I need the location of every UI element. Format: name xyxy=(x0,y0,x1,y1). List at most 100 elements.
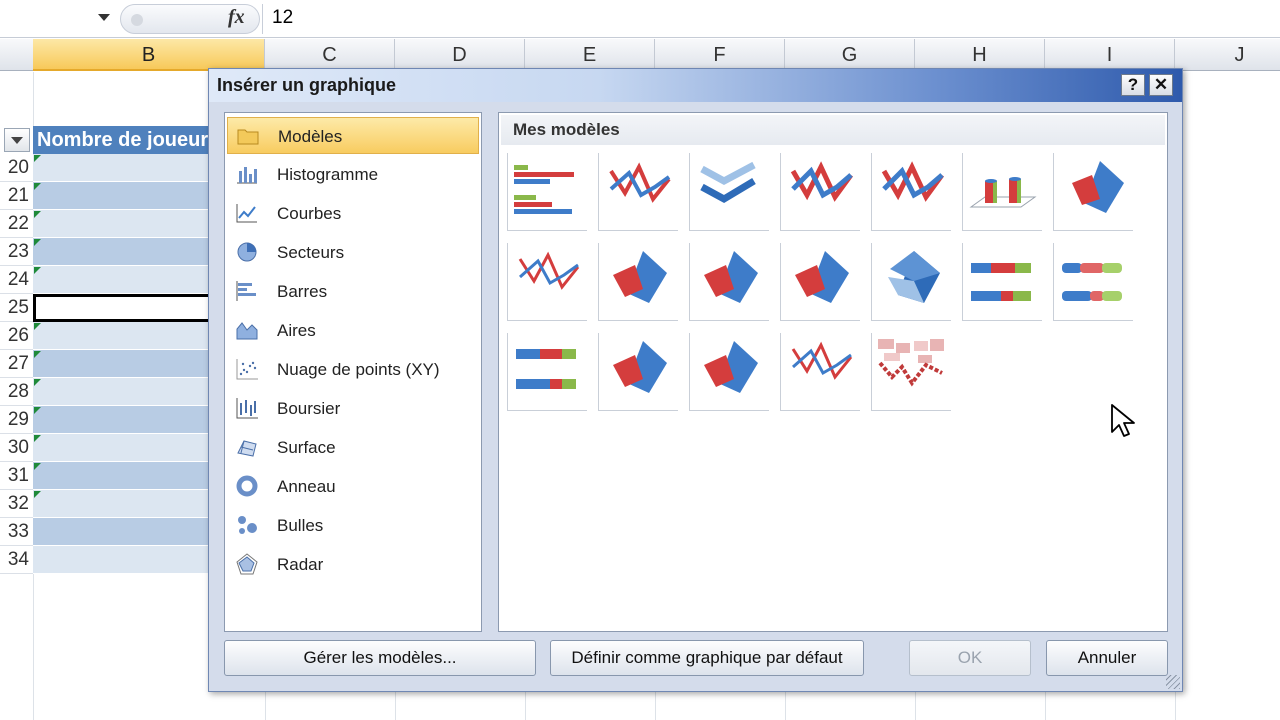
column-header-f[interactable]: F xyxy=(655,39,785,71)
column-header-b[interactable]: B xyxy=(33,39,265,71)
template-thumbnail[interactable] xyxy=(871,243,951,321)
template-thumbnail[interactable] xyxy=(507,333,587,411)
column-header-g[interactable]: G xyxy=(785,39,915,71)
category-item-aires[interactable]: Aires xyxy=(227,312,479,349)
category-item-courbes[interactable]: Courbes xyxy=(227,195,479,232)
help-button[interactable]: ? xyxy=(1121,74,1145,96)
error-indicator-icon xyxy=(34,211,41,218)
formula-input[interactable]: 12 xyxy=(272,7,293,29)
table-cell[interactable] xyxy=(33,350,213,378)
category-item-nuage-de-points[interactable]: Nuage de points (XY) xyxy=(227,351,479,388)
scatter-chart-icon xyxy=(236,359,258,380)
column-header-i[interactable]: I xyxy=(1045,39,1175,71)
category-item-barres[interactable]: Barres xyxy=(227,273,479,310)
line-chart-icon xyxy=(236,204,257,223)
ok-button[interactable]: OK xyxy=(909,640,1031,676)
table-cell[interactable] xyxy=(33,266,213,294)
table-header-cell[interactable]: Nombre de joueurs xyxy=(33,126,213,154)
table-cell[interactable] xyxy=(33,462,213,490)
stacked-bar-chart-thumbnail-icon xyxy=(1062,263,1122,301)
resize-grip[interactable] xyxy=(1166,675,1180,689)
row-header[interactable]: 27 xyxy=(0,350,33,378)
category-label: Barres xyxy=(277,282,328,301)
area-chart-icon xyxy=(236,322,258,340)
template-thumbnail[interactable] xyxy=(689,153,769,231)
stacked-bar-chart-thumbnail-icon xyxy=(516,349,576,389)
table-cell[interactable] xyxy=(33,490,213,518)
active-cell[interactable] xyxy=(33,294,213,322)
pie-chart-icon xyxy=(237,242,257,262)
column-header-j[interactable]: J xyxy=(1175,39,1280,71)
dialog-titlebar[interactable]: Insérer un graphique ? ✕ xyxy=(209,69,1182,102)
template-thumbnail[interactable] xyxy=(1053,153,1133,231)
manage-templates-button[interactable]: Gérer les modèles... xyxy=(224,640,536,676)
column-header-c[interactable]: C xyxy=(265,39,395,71)
category-item-boursier[interactable]: Boursier xyxy=(227,390,479,427)
line-chart-thumbnail-icon xyxy=(791,341,853,380)
line-chart-thumbnail-icon xyxy=(609,162,671,203)
row-header[interactable]: 32 xyxy=(0,490,33,518)
table-cell[interactable] xyxy=(33,210,213,238)
template-thumbnail[interactable] xyxy=(507,153,587,231)
template-thumbnail[interactable] xyxy=(871,333,951,411)
row-header[interactable]: 20 xyxy=(0,154,33,182)
template-thumbnail[interactable] xyxy=(871,153,951,231)
row-header[interactable]: 34 xyxy=(0,546,33,574)
category-item-radar[interactable]: Radar xyxy=(227,546,479,583)
column-header-d[interactable]: D xyxy=(395,39,525,71)
row-header[interactable]: 29 xyxy=(0,406,33,434)
table-cell[interactable] xyxy=(33,434,213,462)
table-cell[interactable] xyxy=(33,154,213,182)
template-thumbnail[interactable] xyxy=(507,243,587,321)
row-header[interactable]: 21 xyxy=(0,182,33,210)
pie-chart-thumbnail-icon xyxy=(1072,161,1124,213)
category-item-modeles[interactable]: Modèles xyxy=(227,117,479,154)
template-thumbnail[interactable] xyxy=(780,333,860,411)
template-thumbnail[interactable] xyxy=(962,153,1042,231)
row-header[interactable]: 23 xyxy=(0,238,33,266)
template-thumbnail[interactable] xyxy=(598,243,678,321)
template-thumbnail[interactable] xyxy=(689,333,769,411)
table-cell[interactable] xyxy=(33,546,213,574)
row-header[interactable]: 30 xyxy=(0,434,33,462)
row-header[interactable]: 26 xyxy=(0,322,33,350)
category-item-secteurs[interactable]: Secteurs xyxy=(227,234,479,271)
row-header[interactable]: 28 xyxy=(0,378,33,406)
template-thumbnail[interactable] xyxy=(598,153,678,231)
radar-chart-icon xyxy=(236,553,258,575)
cancel-button[interactable]: Annuler xyxy=(1046,640,1168,676)
category-item-bulles[interactable]: Bulles xyxy=(227,507,479,544)
table-cell[interactable] xyxy=(33,182,213,210)
row-header[interactable]: 25 xyxy=(0,294,33,322)
table-cell[interactable] xyxy=(33,406,213,434)
category-label: Boursier xyxy=(277,399,341,418)
cylinder-chart-thumbnail-icon xyxy=(969,177,1037,208)
row-header[interactable]: 31 xyxy=(0,462,33,490)
category-item-histogramme[interactable]: Histogramme xyxy=(227,156,479,193)
doughnut-chart-icon xyxy=(236,475,258,497)
template-thumbnail[interactable] xyxy=(962,243,1042,321)
set-default-chart-button[interactable]: Définir comme graphique par défaut xyxy=(550,640,864,676)
category-label: Radar xyxy=(277,555,324,574)
row-header[interactable]: 33 xyxy=(0,518,33,546)
namebox-dropdown-icon[interactable] xyxy=(98,14,110,21)
template-thumbnail[interactable] xyxy=(780,243,860,321)
category-item-anneau[interactable]: Anneau xyxy=(227,468,479,505)
column-header-e[interactable]: E xyxy=(525,39,655,71)
table-cell[interactable] xyxy=(33,378,213,406)
template-thumbnail[interactable] xyxy=(780,153,860,231)
insert-function-icon[interactable]: fx xyxy=(228,6,245,29)
row-header[interactable]: 22 xyxy=(0,210,33,238)
table-cell[interactable] xyxy=(33,238,213,266)
close-button[interactable]: ✕ xyxy=(1149,74,1173,96)
filter-dropdown-button[interactable] xyxy=(4,128,30,152)
template-thumbnail[interactable] xyxy=(1053,243,1133,321)
column-header-row: B C D E F G H I J xyxy=(0,39,1280,71)
template-thumbnail[interactable] xyxy=(598,333,678,411)
table-cell[interactable] xyxy=(33,518,213,546)
row-header[interactable]: 24 xyxy=(0,266,33,294)
table-cell[interactable] xyxy=(33,322,213,350)
category-item-surface[interactable]: Surface xyxy=(227,429,479,466)
column-header-h[interactable]: H xyxy=(915,39,1045,71)
template-thumbnail[interactable] xyxy=(689,243,769,321)
